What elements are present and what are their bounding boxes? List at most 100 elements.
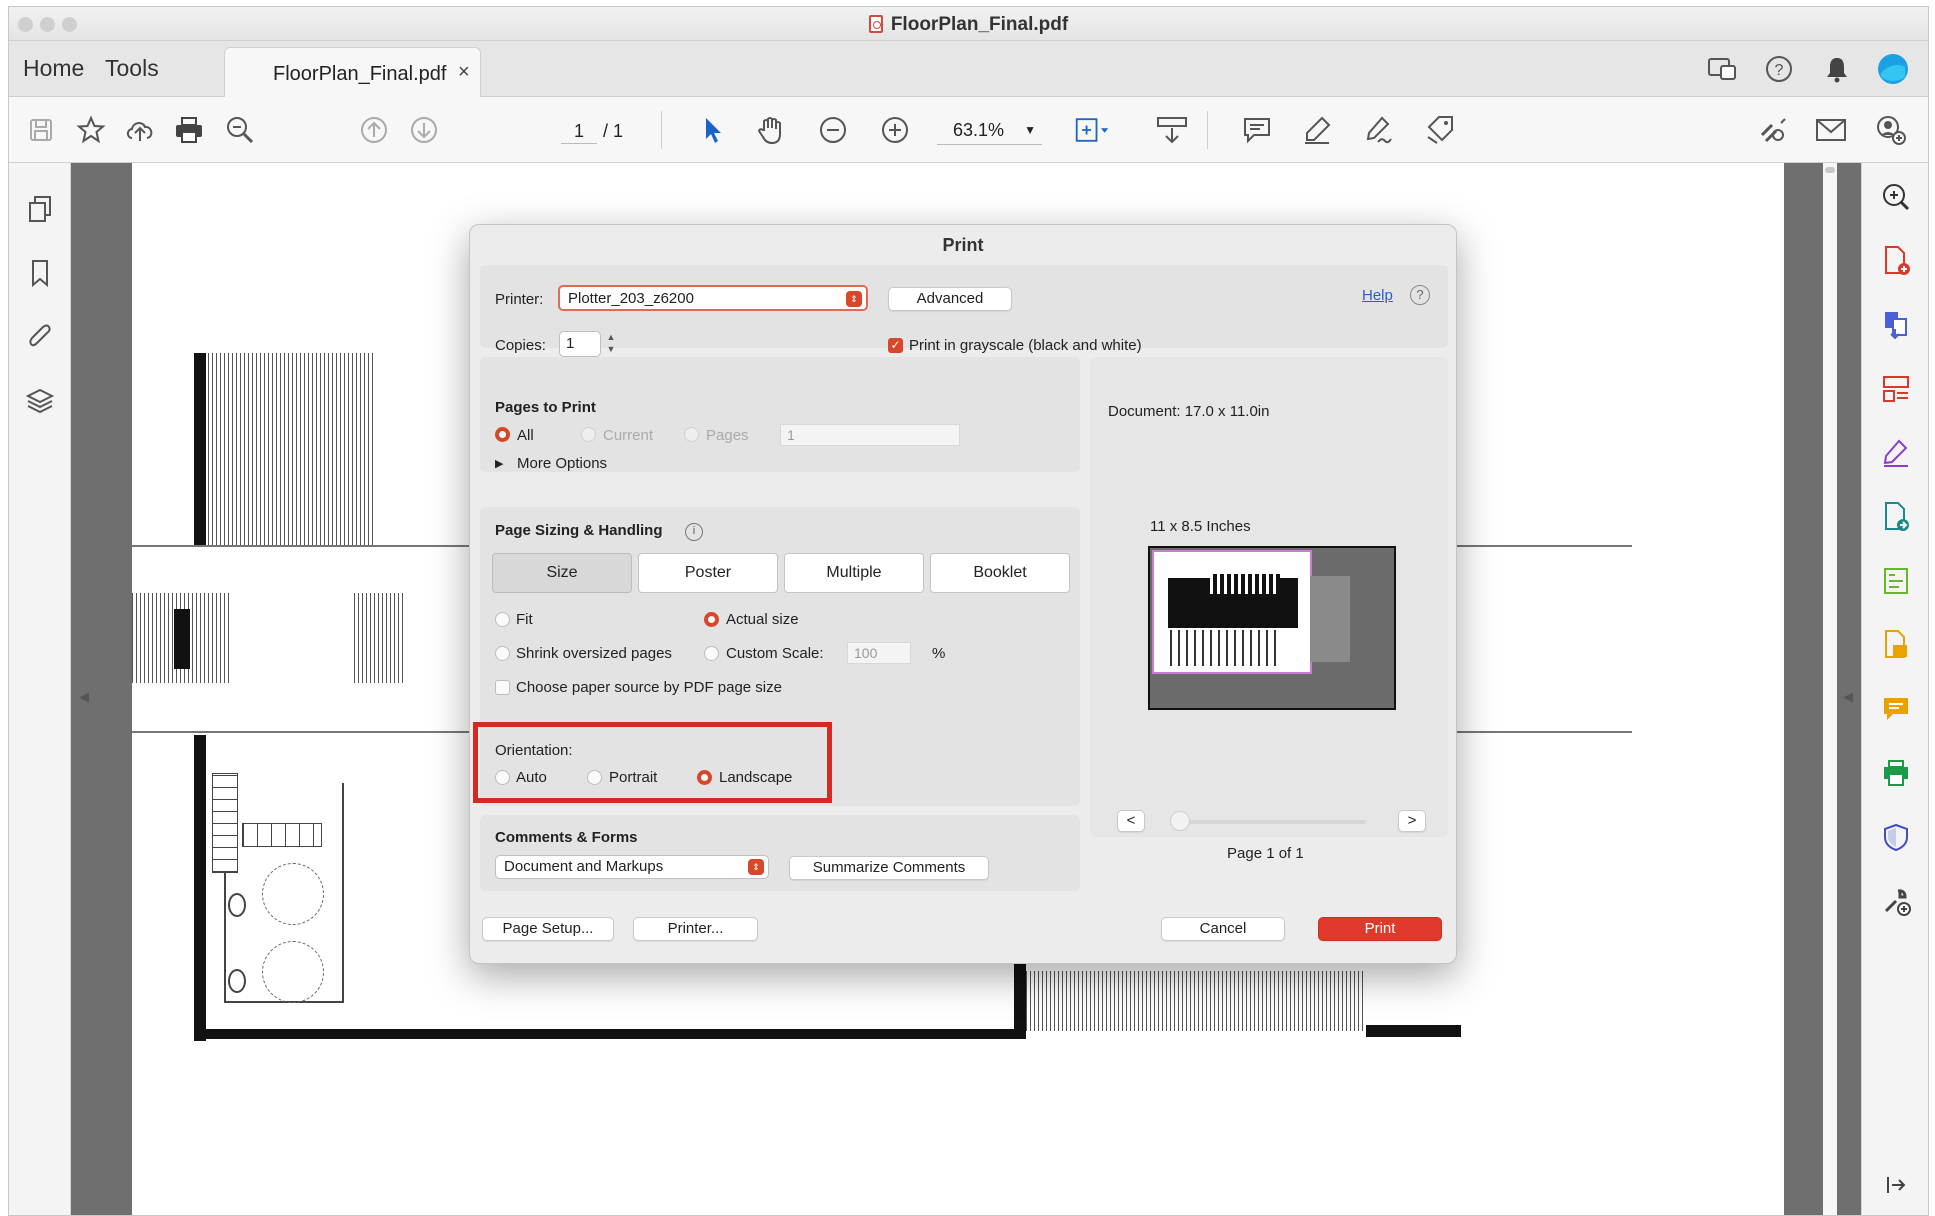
copies-stepper[interactable]: ▲ ▼ — [605, 331, 617, 357]
current-page-radio[interactable] — [581, 427, 596, 442]
bookmark-star-icon[interactable] — [73, 112, 109, 148]
zoom-level-select[interactable]: 63.1% ▼ — [937, 115, 1042, 145]
custom-scale-label: Custom Scale: — [726, 645, 824, 662]
preview-previous-button[interactable]: < — [1117, 810, 1145, 832]
upload-cloud-icon[interactable] — [122, 112, 158, 148]
pages-range-input[interactable]: 1 — [780, 424, 960, 446]
comment-tool-icon[interactable] — [1878, 691, 1914, 727]
size-tab[interactable]: Size — [492, 553, 632, 593]
notifications-bell-icon[interactable] — [1819, 51, 1855, 87]
print-production-icon[interactable] — [1878, 755, 1914, 791]
next-page-icon[interactable] — [406, 112, 442, 148]
multiple-tab[interactable]: Multiple — [784, 553, 924, 593]
user-avatar[interactable] — [1875, 51, 1911, 87]
window-title-wrap: FloorPlan_Final.pdf — [9, 14, 1928, 36]
layers-icon[interactable] — [22, 383, 58, 419]
floorplan-wall — [1014, 963, 1026, 1039]
page-thumbnails-icon[interactable] — [22, 191, 58, 227]
document-scrollbar[interactable] — [1823, 163, 1837, 1215]
custom-scale-radio[interactable] — [704, 646, 719, 661]
summarize-comments-button[interactable]: Summarize Comments — [789, 856, 989, 880]
edit-pdf-icon[interactable] — [1878, 563, 1914, 599]
close-tab-icon[interactable]: × — [458, 61, 470, 84]
comments-forms-value: Document and Markups — [504, 858, 664, 875]
select-cursor-icon[interactable] — [695, 112, 731, 148]
collapse-panel-icon[interactable] — [1878, 1167, 1914, 1203]
page-setup-button[interactable]: Page Setup... — [482, 917, 614, 941]
floorplan-wall — [194, 735, 206, 1041]
stamp-tag-icon[interactable] — [1422, 112, 1458, 148]
preview-slider-thumb[interactable] — [1170, 811, 1190, 831]
preview-next-button[interactable]: > — [1398, 810, 1426, 832]
organize-pages-icon[interactable] — [1878, 371, 1914, 407]
zoom-in-icon[interactable] — [877, 112, 913, 148]
current-page-label: Current — [603, 427, 654, 444]
printer-button[interactable]: Printer... — [633, 917, 758, 941]
tools-tab[interactable]: Tools — [105, 55, 159, 82]
expand-left-panel-icon[interactable]: ◀ — [79, 689, 89, 705]
floorplan-lockers — [242, 823, 322, 847]
comments-forms-select[interactable]: Document and Markups ⇕ — [495, 855, 769, 879]
poster-tab[interactable]: Poster — [638, 553, 778, 593]
highlighter-icon[interactable] — [1299, 112, 1335, 148]
zoom-search-icon[interactable] — [1878, 179, 1914, 215]
hand-tool-icon[interactable] — [753, 112, 789, 148]
help-icon[interactable]: ? — [1761, 51, 1797, 87]
percent-label: % — [932, 645, 946, 662]
orientation-highlight-box — [473, 722, 832, 803]
paper-source-checkbox[interactable] — [495, 680, 510, 695]
bookmarks-icon[interactable] — [22, 255, 58, 291]
zoom-out-icon[interactable] — [815, 112, 851, 148]
fill-sign-icon[interactable] — [1878, 435, 1914, 471]
scroll-mode-icon[interactable] — [1154, 112, 1190, 148]
collapse-right-panel-icon[interactable]: ◀ — [1843, 689, 1853, 705]
cancel-button[interactable]: Cancel — [1161, 917, 1285, 941]
toolbar-divider-2 — [1207, 111, 1208, 149]
export-pdf-icon[interactable] — [1878, 499, 1914, 535]
print-button[interactable]: Print — [1318, 917, 1442, 941]
advanced-button[interactable]: Advanced — [888, 287, 1012, 311]
preview-page-slider[interactable] — [1170, 820, 1366, 824]
share-screen-icon[interactable] — [1704, 51, 1740, 87]
printer-select[interactable]: Plotter_203_z6200 ⇕ — [558, 285, 868, 311]
info-icon[interactable]: i — [685, 523, 703, 541]
copies-input[interactable]: 1 — [559, 331, 601, 357]
more-options-label[interactable]: More Options — [517, 455, 607, 472]
right-tools-panel — [1861, 163, 1928, 1215]
scan-ocr-icon[interactable] — [1878, 627, 1914, 663]
pages-range-radio[interactable] — [684, 427, 699, 442]
fit-page-icon[interactable] — [1074, 112, 1110, 148]
copies-label: Copies: — [495, 337, 546, 354]
more-tools-icon[interactable] — [1878, 883, 1914, 919]
email-icon[interactable] — [1813, 112, 1849, 148]
save-icon[interactable] — [23, 112, 59, 148]
create-pdf-icon[interactable] — [1878, 243, 1914, 279]
sign-pen-icon[interactable] — [1361, 112, 1397, 148]
floorplan-hatch — [1026, 971, 1366, 1031]
share-link-icon[interactable] — [1754, 112, 1790, 148]
add-user-icon[interactable] — [1873, 112, 1909, 148]
print-icon[interactable] — [171, 112, 207, 148]
left-navigation-panel — [9, 163, 71, 1215]
document-tab[interactable]: FloorPlan_Final.pdf × — [224, 47, 481, 97]
attachments-icon[interactable] — [22, 319, 58, 355]
previous-page-icon[interactable] — [356, 112, 392, 148]
search-zoom-icon[interactable] — [222, 112, 258, 148]
floorplan-stairs — [212, 773, 238, 873]
custom-scale-input[interactable]: 100 — [847, 642, 911, 664]
scroll-thumb[interactable] — [1825, 167, 1835, 173]
booklet-tab[interactable]: Booklet — [930, 553, 1070, 593]
shrink-oversized-radio[interactable] — [495, 646, 510, 661]
actual-size-radio[interactable] — [704, 612, 719, 627]
more-options-disclosure-icon[interactable]: ▶ — [495, 457, 503, 470]
home-tab[interactable]: Home — [23, 55, 84, 82]
all-pages-radio[interactable] — [495, 427, 510, 442]
grayscale-checkbox[interactable]: ✓ — [888, 338, 903, 353]
protect-shield-icon[interactable] — [1878, 819, 1914, 855]
combine-files-icon[interactable] — [1878, 307, 1914, 343]
comment-icon[interactable] — [1239, 112, 1275, 148]
fit-radio[interactable] — [495, 612, 510, 627]
page-number-input[interactable]: 1 — [561, 118, 597, 144]
help-link[interactable]: Help — [1362, 287, 1393, 304]
help-icon[interactable]: ? — [1410, 285, 1430, 305]
